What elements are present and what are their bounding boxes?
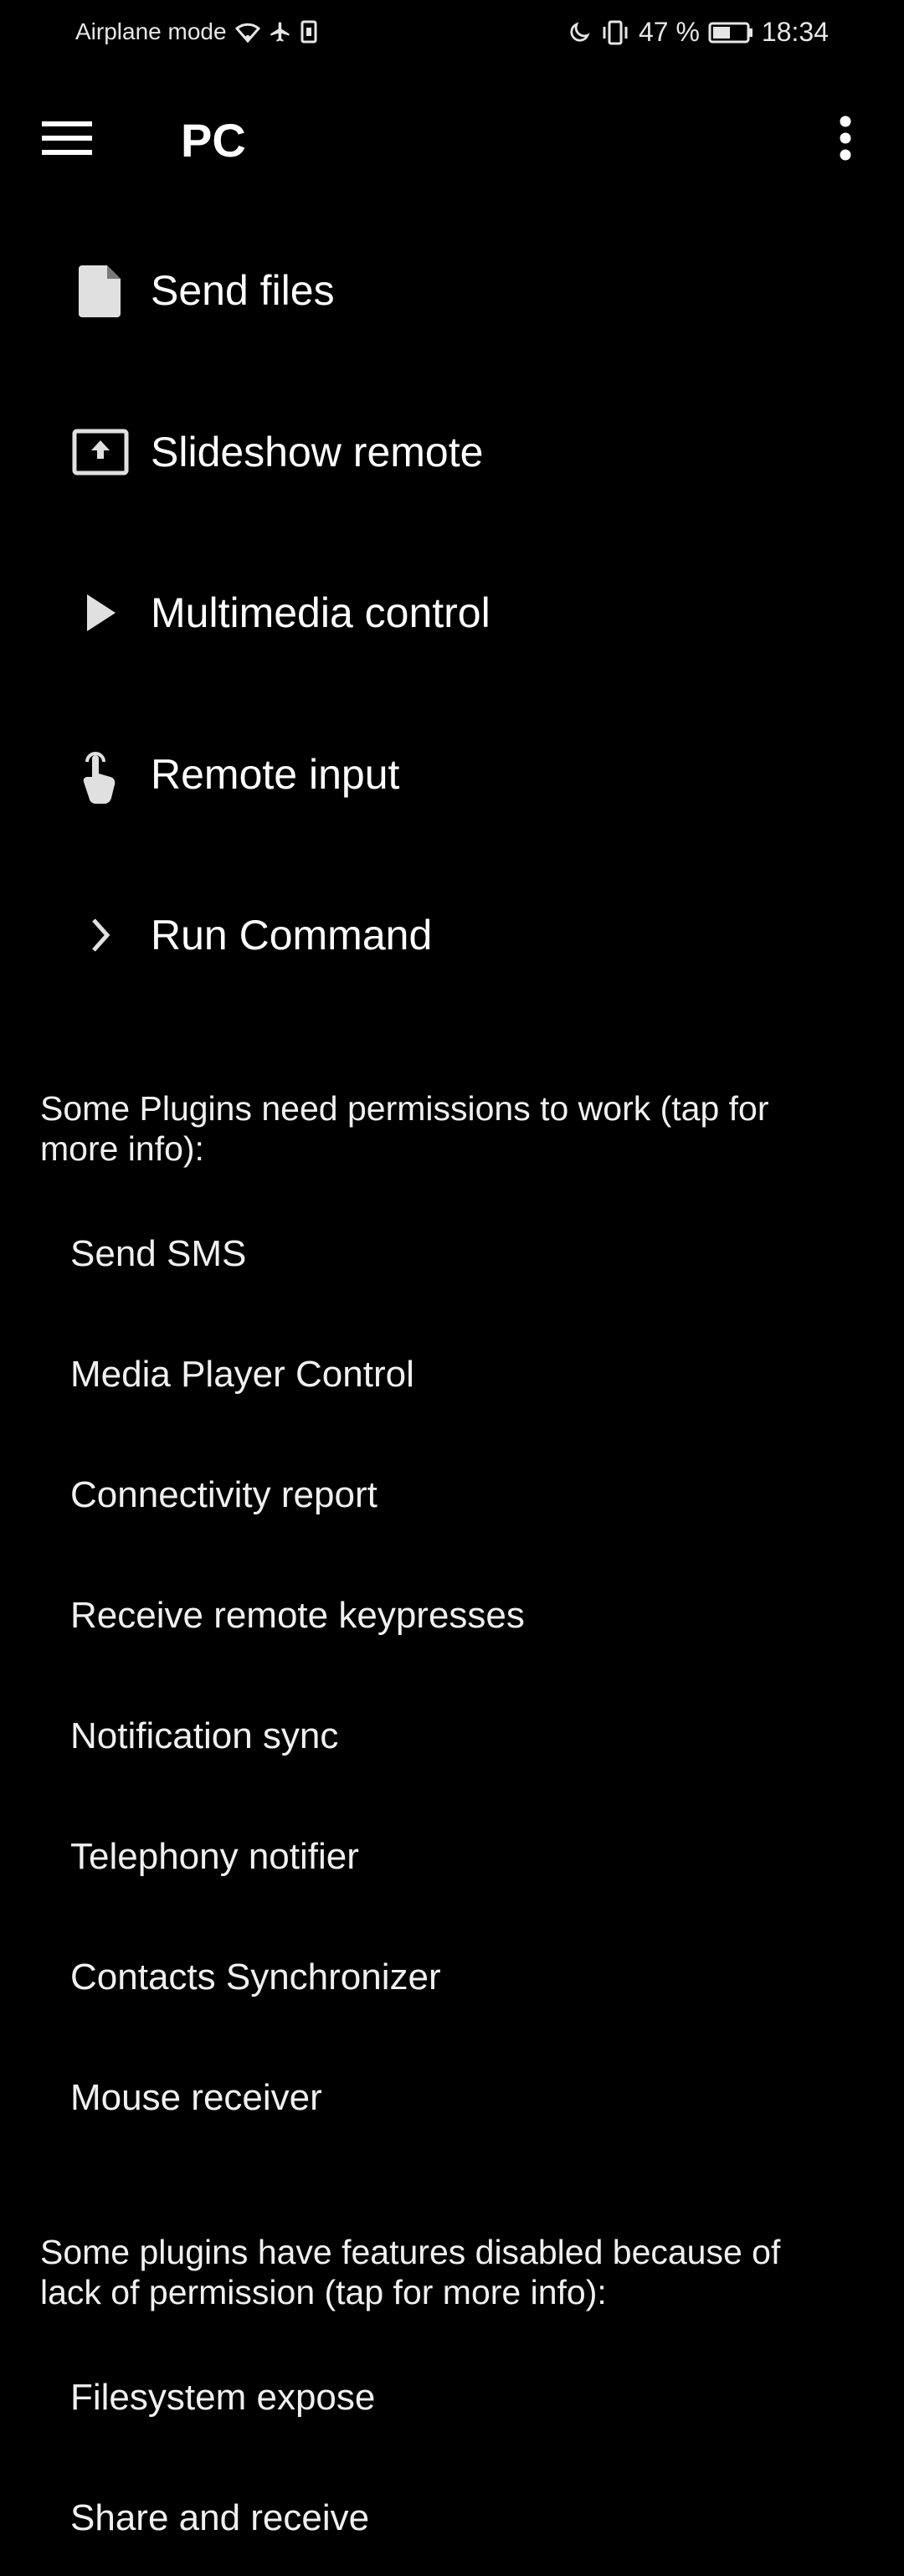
action-label: Run Command (151, 912, 433, 959)
disabled-feature-item-label: Share and receive (70, 2497, 370, 2538)
action-remote-input[interactable]: Remote input (0, 712, 904, 837)
touch-icon (67, 741, 134, 808)
disabled-feature-item[interactable]: Share and receive (0, 2468, 904, 2568)
permission-item[interactable]: Media Player Control (0, 1324, 904, 1425)
presentation-icon (67, 419, 134, 486)
action-label: Slideshow remote (151, 429, 484, 476)
permission-item[interactable]: Send SMS (0, 1204, 904, 1304)
battery-percent: 47 % (638, 17, 700, 47)
action-send-files[interactable]: Send files (0, 228, 904, 353)
permission-item[interactable]: Mouse receiver (0, 2048, 904, 2148)
permission-item-label: Media Player Control (70, 1354, 414, 1395)
permission-item-label: Contacts Synchronizer (70, 1956, 441, 1998)
chevron-right-icon (67, 902, 134, 969)
play-icon (67, 579, 134, 646)
airplane-mode-text: Airplane mode (75, 18, 227, 44)
action-multimedia-control[interactable]: Multimedia control (0, 550, 904, 676)
permission-item[interactable]: Connectivity report (0, 1445, 904, 1545)
overflow-menu-button[interactable] (812, 105, 879, 172)
wifi-icon (234, 21, 260, 43)
status-bar-left: Airplane mode (75, 18, 317, 45)
moon-icon (567, 20, 592, 45)
action-label: Multimedia control (151, 589, 491, 636)
action-label: Remote input (151, 751, 400, 798)
permission-item-label: Receive remote keypresses (70, 1595, 525, 1636)
permission-item-label: Send SMS (70, 1233, 247, 1274)
permission-item-label: Telephony notifier (70, 1836, 359, 1877)
airplane-icon (269, 20, 292, 44)
menu-button[interactable] (33, 105, 100, 172)
permission-item-label: Connectivity report (70, 1474, 378, 1515)
clock: 18:34 (761, 17, 829, 47)
more-vert-icon (840, 116, 851, 161)
vibrate-icon (600, 20, 630, 45)
action-run-command[interactable]: Run Command (0, 872, 904, 998)
page-title: PC (181, 114, 246, 167)
permission-item[interactable]: Contacts Synchronizer (0, 1927, 904, 2028)
disabled-feature-item[interactable]: Filesystem expose (0, 2347, 904, 2448)
disabled-feature-item-label: Filesystem expose (70, 2377, 376, 2418)
file-icon (67, 257, 134, 324)
permission-item[interactable]: Notification sync (0, 1686, 904, 1787)
battery-icon (708, 21, 753, 44)
app-bar: PC (0, 84, 904, 193)
permissions-section-header[interactable]: Some Plugins need permissions to work (t… (40, 1088, 827, 1169)
permission-item-label: Notification sync (70, 1715, 339, 1756)
sim-icon (300, 20, 317, 44)
hamburger-icon (42, 121, 92, 155)
disabled-features-section-header[interactable]: Some plugins have features disabled beca… (40, 2232, 827, 2312)
permission-item[interactable]: Telephony notifier (0, 1807, 904, 1907)
action-slideshow-remote[interactable]: Slideshow remote (0, 389, 904, 515)
status-bar: Airplane mode 47 % 18:34 (0, 0, 904, 70)
action-label: Send files (151, 267, 335, 314)
permission-item-label: Mouse receiver (70, 2077, 322, 2118)
permission-item[interactable]: Receive remote keypresses (0, 1566, 904, 1666)
status-bar-right: 47 % 18:34 (567, 17, 829, 48)
